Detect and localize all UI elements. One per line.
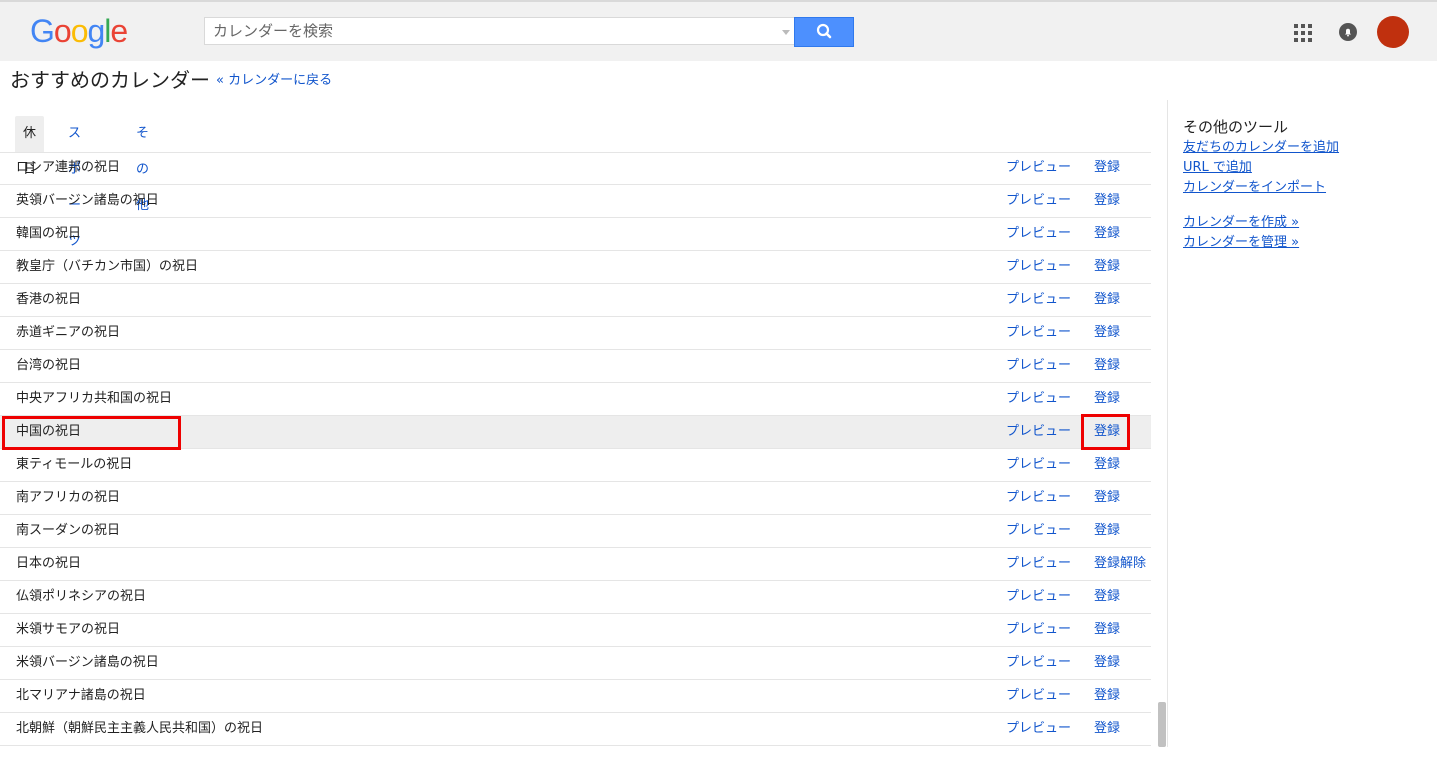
list-item: 韓国の祝日 プレビュー 登録 xyxy=(0,218,1151,251)
preview-link[interactable]: プレビュー xyxy=(1006,449,1071,481)
preview-link[interactable]: プレビュー xyxy=(1006,581,1071,613)
preview-link[interactable]: プレビュー xyxy=(1006,515,1071,547)
calendar-name: 教皇庁（バチカン市国）の祝日 xyxy=(16,259,199,274)
preview-link[interactable]: プレビュー xyxy=(1006,713,1071,745)
calendar-name: ロシア連邦の祝日 xyxy=(16,160,121,175)
list-item: 台湾の祝日 プレビュー 登録 xyxy=(0,350,1151,383)
list-item: 日本の祝日 プレビュー 登録解除 xyxy=(0,548,1151,581)
search-button[interactable] xyxy=(794,17,854,47)
calendar-name: 東ティモールの祝日 xyxy=(16,457,133,472)
preview-link[interactable]: プレビュー xyxy=(1006,416,1071,448)
preview-link[interactable]: プレビュー xyxy=(1006,251,1071,283)
calendar-name: 米領バージン諸島の祝日 xyxy=(16,655,159,670)
preview-link[interactable]: プレビュー xyxy=(1006,185,1071,217)
list-item: 赤道ギニアの祝日 プレビュー 登録 xyxy=(0,317,1151,350)
tab-other[interactable]: その他 xyxy=(136,116,149,213)
preview-link[interactable]: プレビュー xyxy=(1006,350,1071,382)
preview-link[interactable]: プレビュー xyxy=(1006,218,1071,250)
subscribe-link[interactable]: 登録 xyxy=(1094,647,1120,679)
calendar-name: 台湾の祝日 xyxy=(16,358,82,373)
calendar-name: 北マリアナ諸島の祝日 xyxy=(16,688,146,703)
back-to-calendar-link[interactable]: « カレンダーに戻る xyxy=(216,72,332,90)
list-item: 東ティモールの祝日 プレビュー 登録 xyxy=(0,449,1151,482)
scrollbar-thumb[interactable] xyxy=(1158,702,1166,747)
preview-link[interactable]: プレビュー xyxy=(1006,647,1071,679)
preview-link[interactable]: プレビュー xyxy=(1006,152,1071,184)
list-item: 南スーダンの祝日 プレビュー 登録 xyxy=(0,515,1151,548)
preview-link[interactable]: プレビュー xyxy=(1006,383,1071,415)
list-item: 香港の祝日 プレビュー 登録 xyxy=(0,284,1151,317)
subscribe-link[interactable]: 登録 xyxy=(1094,152,1120,184)
user-avatar[interactable] xyxy=(1377,16,1409,48)
add-friend-calendar-link[interactable]: 友だちのカレンダーを追加 xyxy=(1183,139,1339,157)
preview-link[interactable]: プレビュー xyxy=(1006,548,1071,580)
manage-calendars-link[interactable]: カレンダーを管理 » xyxy=(1183,234,1299,252)
app-header: Google xyxy=(0,2,1437,61)
subscribe-link[interactable]: 登録 xyxy=(1094,449,1120,481)
calendar-name: 赤道ギニアの祝日 xyxy=(16,325,121,340)
subscribe-link[interactable]: 登録 xyxy=(1094,383,1120,415)
google-logo[interactable]: Google xyxy=(30,13,128,49)
preview-link[interactable]: プレビュー xyxy=(1006,680,1071,712)
list-item: 仏領ポリネシアの祝日 プレビュー 登録 xyxy=(0,581,1151,614)
list-item: 教皇庁（バチカン市国）の祝日 プレビュー 登録 xyxy=(0,251,1151,284)
search-box xyxy=(204,17,794,45)
subscribe-link[interactable]: 登録 xyxy=(1094,185,1120,217)
tab-holidays[interactable]: 休日 xyxy=(15,116,45,177)
subscribe-link[interactable]: 登録 xyxy=(1094,515,1120,547)
list-item: 南アフリカの祝日 プレビュー 登録 xyxy=(0,482,1151,515)
sidebar-divider xyxy=(1167,100,1168,747)
preview-link[interactable]: プレビュー xyxy=(1006,284,1071,316)
notifications-bell-icon[interactable] xyxy=(1338,22,1358,42)
list-item: 北マリアナ諸島の祝日 プレビュー 登録 xyxy=(0,680,1151,713)
calendar-name: 南スーダンの祝日 xyxy=(16,523,121,538)
sidebar-title: その他のツール xyxy=(1183,118,1289,136)
unsubscribe-link[interactable]: 登録解除 xyxy=(1094,548,1146,580)
page-title: おすすめのカレンダー xyxy=(10,68,210,92)
tab-sports[interactable]: スポーツ xyxy=(68,116,81,249)
subscribe-link[interactable]: 登録 xyxy=(1094,713,1120,745)
subscribe-link[interactable]: 登録 xyxy=(1094,251,1120,283)
list-item: 米領バージン諸島の祝日 プレビュー 登録 xyxy=(0,647,1151,680)
highlight-box-subscribe xyxy=(1081,414,1130,450)
search-input[interactable] xyxy=(205,18,773,44)
list-item: 北朝鮮（朝鮮民主主義人民共和国）の祝日 プレビュー 登録 xyxy=(0,713,1151,746)
subscribe-link[interactable]: 登録 xyxy=(1094,218,1120,250)
list-item: 英領バージン諸島の祝日 プレビュー 登録 xyxy=(0,185,1151,218)
subscribe-link[interactable]: 登録 xyxy=(1094,614,1120,646)
subscribe-link[interactable]: 登録 xyxy=(1094,284,1120,316)
preview-link[interactable]: プレビュー xyxy=(1006,614,1071,646)
search-dropdown-icon[interactable] xyxy=(782,30,790,35)
subscribe-link[interactable]: 登録 xyxy=(1094,482,1120,514)
calendar-name: 南アフリカの祝日 xyxy=(16,490,121,505)
calendar-name: 北朝鮮（朝鮮民主主義人民共和国）の祝日 xyxy=(16,721,264,736)
calendar-name: 中央アフリカ共和国の祝日 xyxy=(16,391,173,406)
create-calendar-link[interactable]: カレンダーを作成 » xyxy=(1183,214,1299,232)
apps-grid-icon[interactable] xyxy=(1294,24,1312,42)
preview-link[interactable]: プレビュー xyxy=(1006,317,1071,349)
calendar-name: 英領バージン諸島の祝日 xyxy=(16,193,159,208)
highlight-box-calendar-name xyxy=(2,416,181,450)
subscribe-link[interactable]: 登録 xyxy=(1094,680,1120,712)
calendar-name: 米領サモアの祝日 xyxy=(16,622,121,637)
list-item: ロシア連邦の祝日 プレビュー 登録 xyxy=(0,152,1151,185)
subscribe-link[interactable]: 登録 xyxy=(1094,317,1120,349)
calendar-name: 香港の祝日 xyxy=(16,292,82,307)
add-by-url-link[interactable]: URL で追加 xyxy=(1183,159,1252,177)
import-calendar-link[interactable]: カレンダーをインポート xyxy=(1183,179,1326,197)
scrollbar-track[interactable] xyxy=(1157,100,1167,747)
list-item: 米領サモアの祝日 プレビュー 登録 xyxy=(0,614,1151,647)
calendar-name: 日本の祝日 xyxy=(16,556,82,571)
preview-link[interactable]: プレビュー xyxy=(1006,482,1071,514)
subscribe-link[interactable]: 登録 xyxy=(1094,581,1120,613)
calendar-name: 韓国の祝日 xyxy=(16,226,82,241)
calendar-name: 仏領ポリネシアの祝日 xyxy=(16,589,147,604)
subscribe-link[interactable]: 登録 xyxy=(1094,350,1120,382)
list-item: 中央アフリカ共和国の祝日 プレビュー 登録 xyxy=(0,383,1151,416)
search-icon xyxy=(816,23,832,39)
